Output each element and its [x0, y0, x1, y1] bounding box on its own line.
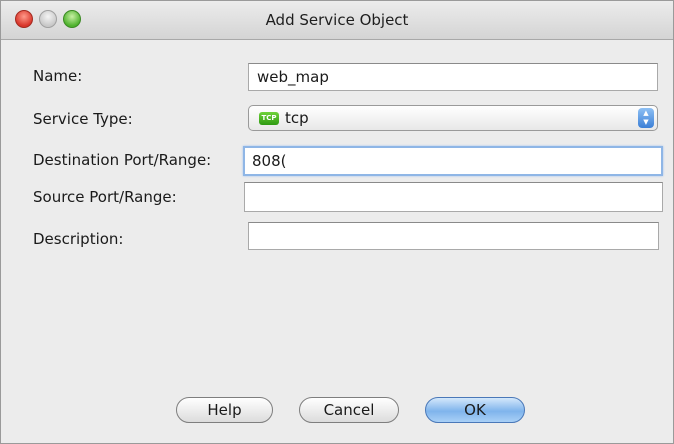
destination-port-label: Destination Port/Range:	[33, 151, 212, 169]
help-button[interactable]: Help	[176, 397, 273, 423]
source-port-input[interactable]	[244, 182, 663, 212]
name-label: Name:	[33, 67, 83, 85]
cancel-button[interactable]: Cancel	[299, 397, 399, 423]
service-type-value: tcp	[285, 109, 309, 127]
tcp-protocol-icon: TCP	[259, 112, 279, 125]
add-service-object-dialog: Add Service Object Name: Service Type: T…	[0, 0, 674, 444]
ok-button[interactable]: OK	[425, 397, 525, 423]
description-input[interactable]	[248, 222, 659, 250]
service-type-label: Service Type:	[33, 110, 133, 128]
destination-port-input[interactable]	[243, 146, 663, 176]
description-label: Description:	[33, 230, 124, 248]
service-type-select[interactable]: TCP tcp ▲ ▼	[248, 105, 658, 131]
name-input[interactable]	[248, 63, 658, 91]
source-port-label: Source Port/Range:	[33, 188, 177, 206]
title-bar: Add Service Object	[1, 1, 673, 40]
up-down-arrows-icon: ▲ ▼	[638, 108, 654, 128]
window-title: Add Service Object	[265, 11, 409, 29]
